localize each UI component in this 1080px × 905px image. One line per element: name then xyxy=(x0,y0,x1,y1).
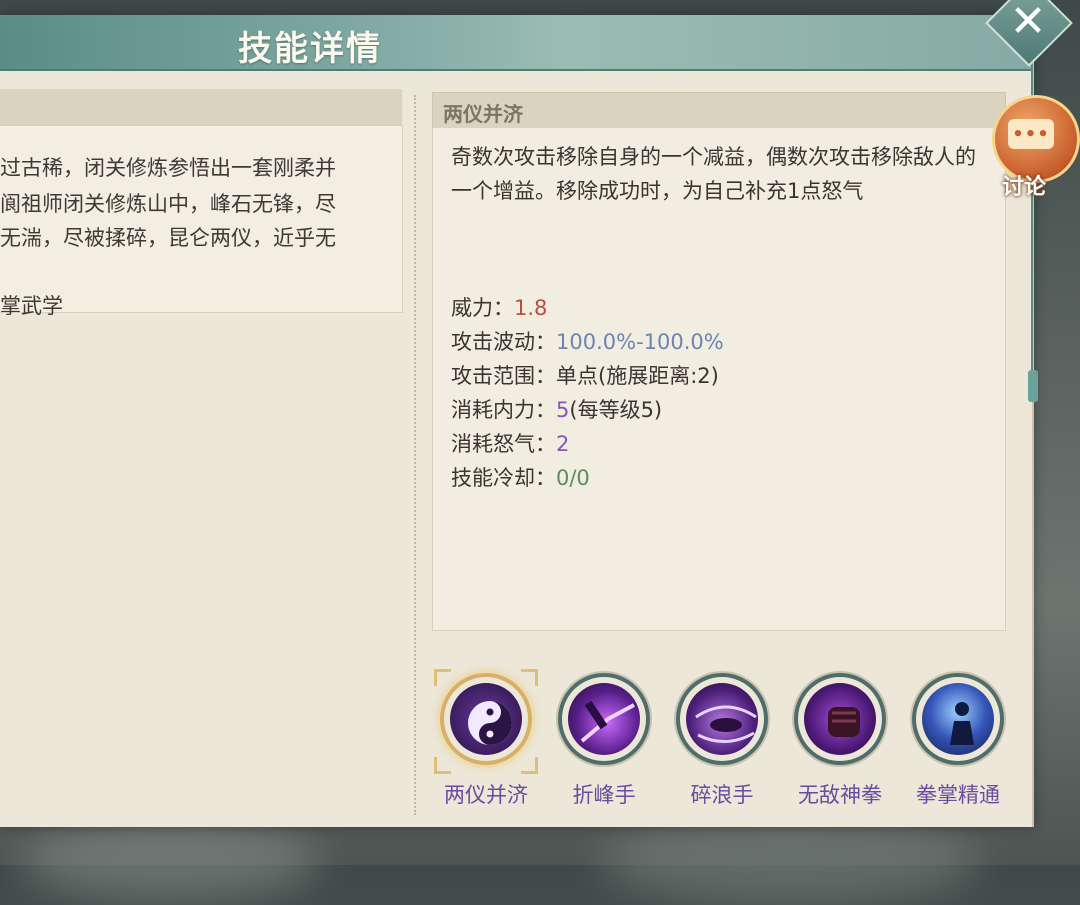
skill-icon-frame xyxy=(912,673,1004,765)
section-divider xyxy=(414,95,416,815)
skill-label: 折峰手 xyxy=(572,783,636,807)
stat-attack-wave: 攻击波动：100.0%-100.0% xyxy=(451,326,724,356)
stat-inner-power-cost: 消耗内力：5(每等级5) xyxy=(451,394,662,424)
skill-slot-quanzhang-jingtong[interactable]: 拳掌精通 xyxy=(906,673,1010,809)
selection-corner xyxy=(521,757,538,774)
skill-slot-liangyi[interactable]: 两仪并济 xyxy=(434,669,538,809)
skill-label: 无敌神拳 xyxy=(798,783,882,807)
chat-dots: ••• xyxy=(1012,124,1050,145)
skill-icon-frame xyxy=(558,673,650,765)
wave-hands-icon xyxy=(686,683,758,755)
skill-name-header: 两仪并济 xyxy=(432,92,1006,130)
stat-label: 消耗内力： xyxy=(451,398,556,422)
stat-label: 攻击波动： xyxy=(451,330,556,354)
lore-line: 掌武学 xyxy=(0,294,63,318)
close-button[interactable]: ✕ xyxy=(985,0,1073,67)
skill-detail-card: 奇数次攻击移除自身的一个减益，偶数次攻击移除敌人的一个增益。移除成功时，为自己补… xyxy=(432,128,1006,631)
stat-value: 2 xyxy=(556,432,570,456)
skill-label: 碎浪手 xyxy=(690,783,754,807)
lore-line: 无湍，尽被揉碎，昆仑两仪，近乎无 xyxy=(0,226,336,250)
discuss-label: 讨论 xyxy=(1002,175,1047,200)
skill-lore-card: 过古稀，闭关修炼参悟出一套刚柔并 阆祖师闭关修炼山中，峰石无锋，尽 无湍，尽被揉… xyxy=(0,125,403,318)
stat-attack-range: 攻击范围：单点(施展距离:2) xyxy=(451,360,719,390)
discuss-button[interactable]: ••• 讨论 xyxy=(988,95,1080,205)
yin-yang-icon xyxy=(450,683,522,755)
skill-name: 两仪并济 xyxy=(443,102,523,126)
skill-icon-frame xyxy=(676,673,768,765)
skill-icon-frame xyxy=(794,673,886,765)
stat-power: 威力：1.8 xyxy=(451,292,547,322)
stat-value: 单点(施展距离:2) xyxy=(556,364,719,388)
stat-extra: (每等级5) xyxy=(569,398,663,422)
claw-strike-icon xyxy=(568,683,640,755)
title-bar: 技能详情 xyxy=(0,15,1032,71)
selection-corner xyxy=(434,757,451,774)
selection-corner xyxy=(434,669,451,686)
skill-description: 奇数次攻击移除自身的一个减益，偶数次攻击移除敌人的一个增益。移除成功时，为自己补… xyxy=(451,145,976,203)
selection-corner xyxy=(521,669,538,686)
skill-slot-wudi-shenquan[interactable]: 无敌神拳 xyxy=(788,673,892,809)
skill-slot-suilang[interactable]: 碎浪手 xyxy=(670,673,774,809)
skill-label: 两仪并济 xyxy=(444,783,528,807)
stat-label: 消耗怒气： xyxy=(451,432,556,456)
lore-line: 阆祖师闭关修炼山中，峰石无锋，尽 xyxy=(0,192,336,216)
page-title: 技能详情 xyxy=(238,29,382,69)
stat-label: 攻击范围： xyxy=(451,364,556,388)
skill-detail-panel: 技能详情 过古稀，闭关修炼参悟出一套刚柔并 阆祖师闭关修炼山中，峰石无锋，尽 无… xyxy=(0,15,1034,827)
fist-icon xyxy=(804,683,876,755)
stat-label: 威力： xyxy=(451,296,514,320)
left-section-header xyxy=(0,89,402,125)
stat-value: 5 xyxy=(556,398,570,422)
stat-cooldown: 技能冷却：0/0 xyxy=(451,462,590,492)
stat-value: 100.0%-100.0% xyxy=(556,330,724,354)
stat-rage-cost: 消耗怒气：2 xyxy=(451,428,569,458)
meditation-figure-icon xyxy=(922,683,994,755)
stat-label: 技能冷却： xyxy=(451,466,556,490)
stat-value: 0/0 xyxy=(556,466,590,490)
tassel-ornament xyxy=(1028,370,1038,402)
stat-value: 1.8 xyxy=(514,296,548,320)
skill-label: 拳掌精通 xyxy=(916,783,1000,807)
close-icon: ✕ xyxy=(1009,0,1047,47)
lore-line: 过古稀，闭关修炼参悟出一套刚柔并 xyxy=(0,156,336,180)
skill-slot-zhefeng[interactable]: 折峰手 xyxy=(552,673,656,809)
skill-icon-frame xyxy=(440,673,532,765)
